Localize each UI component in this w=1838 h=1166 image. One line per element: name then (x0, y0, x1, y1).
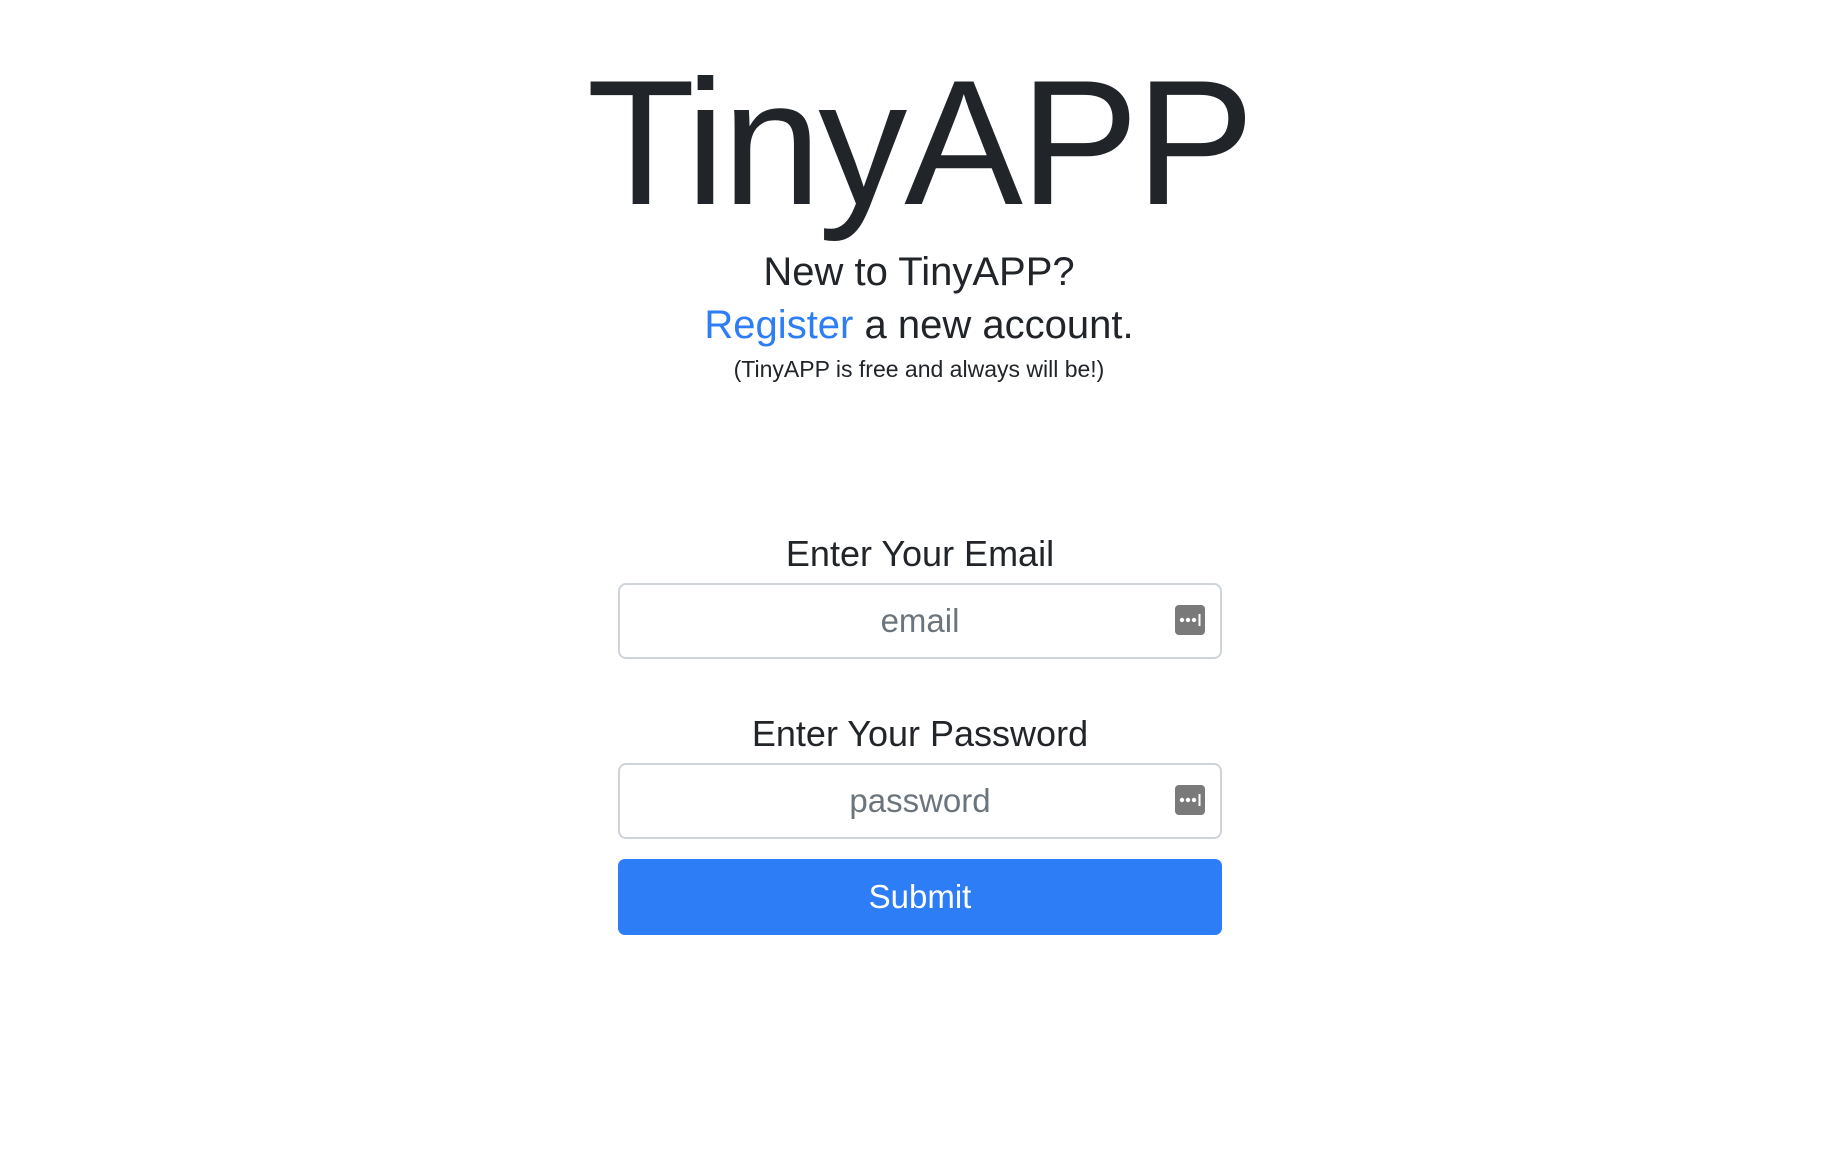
password-label: Enter Your Password (751, 713, 1089, 754)
login-form: Enter Your Email Enter Your Password (618, 525, 1222, 935)
email-input[interactable] (618, 583, 1222, 659)
register-prompt-suffix: a new account. (853, 303, 1134, 347)
free-note: (TinyAPP is free and always will be!) (733, 356, 1105, 382)
password-manager-key-icon[interactable] (1175, 785, 1205, 815)
password-input-wrapper (618, 763, 1222, 839)
intro-question: New to TinyAPP? (763, 250, 1075, 294)
register-prompt: Register a new account. (0, 298, 1838, 352)
password-manager-key-icon[interactable] (1175, 605, 1205, 635)
email-input-wrapper (618, 583, 1222, 659)
password-input[interactable] (618, 763, 1222, 839)
register-link[interactable]: Register (704, 303, 853, 347)
login-page: TinyAPP New to TinyAPP? Register a new a… (0, 0, 1838, 1166)
intro-section: New to TinyAPP? Register a new account. … (0, 246, 1838, 386)
app-title: TinyAPP (586, 43, 1255, 242)
submit-button[interactable]: Submit (618, 859, 1222, 935)
email-label: Enter Your Email (785, 533, 1055, 574)
